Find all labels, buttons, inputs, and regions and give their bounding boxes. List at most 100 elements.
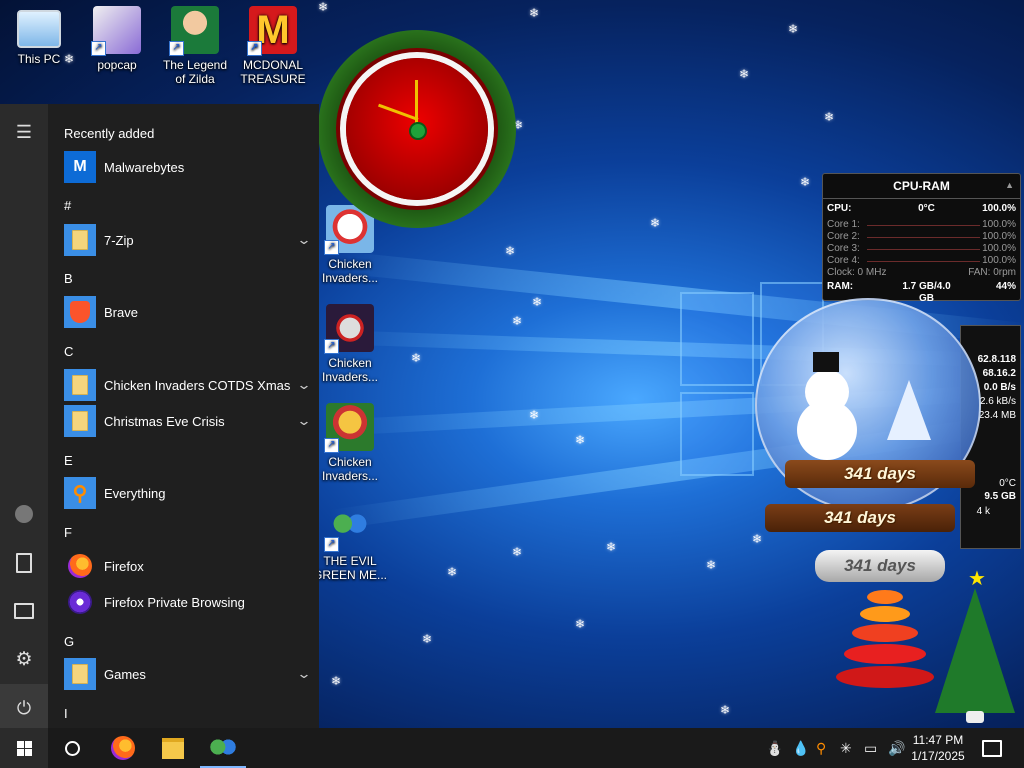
clock-minute-hand <box>415 80 418 128</box>
tray-time: 11:47 PM <box>912 733 964 747</box>
countdown-plaque-top: 341 days <box>785 460 975 488</box>
app-everything[interactable]: ⚲ Everything <box>64 475 312 511</box>
shortcut-arrow-icon: ↗ <box>91 41 106 56</box>
chevron-down-icon[interactable]: ⌄ <box>293 377 315 393</box>
desktop-icon-label: This PC <box>17 52 61 66</box>
app-label: Firefox Private Browsing <box>104 594 245 610</box>
clock-face <box>346 58 488 200</box>
taskbar-messenger[interactable] <box>200 728 246 768</box>
desktop-icon-label: Chicken Invaders... <box>321 257 379 285</box>
chicken-invaders-icon: ↗ <box>324 403 374 453</box>
search-icon <box>64 740 80 756</box>
settings-button[interactable]: ⚙ <box>0 635 48 683</box>
gadget-title: CPU-RAM <box>823 174 1020 199</box>
shortcut-arrow-icon: ↗ <box>324 537 339 552</box>
countdown-plaque-base: 341 days <box>815 550 945 582</box>
app-label: Brave <box>104 304 138 320</box>
monitor-icon <box>17 10 61 48</box>
cpu-ram-gadget[interactable]: CPU-RAM ▲ CPU: 0°C 100.0% Core 1: 100.0% … <box>822 173 1021 304</box>
app-label: Games <box>104 666 146 682</box>
collapse-arrow-icon[interactable]: ▲ <box>1005 180 1014 190</box>
documents-button[interactable] <box>0 539 48 587</box>
app-7zip[interactable]: 7-Zip ⌄ <box>64 222 312 258</box>
messenger-people-icon: ↗ <box>324 502 374 552</box>
app-games[interactable]: Games ⌄ <box>64 656 312 692</box>
section-letter[interactable]: # <box>64 198 71 213</box>
chevron-down-icon[interactable]: ⌄ <box>293 232 315 248</box>
notification-icon <box>982 739 1002 757</box>
desktop-icon-this-pc[interactable]: This PC <box>1 6 77 66</box>
desktop-icon-popcap[interactable]: ↗ popcap <box>79 6 155 72</box>
ram-percent: 44% <box>995 281 1016 292</box>
clock-speed: Clock: 0 MHz <box>827 267 887 278</box>
app-label: Malwarebytes <box>104 159 185 175</box>
desktop-icon-chicken-invaders-2[interactable]: ↗ Chicken Invaders... <box>312 304 388 384</box>
clock-tray[interactable]: 11:47 PM 1/17/2025 <box>902 732 974 764</box>
app-firefox-private-browsing[interactable]: Firefox Private Browsing <box>64 584 312 620</box>
desktop-icon-label: Chicken Invaders... <box>321 455 379 483</box>
everything-icon: ⚲ <box>64 477 96 509</box>
app-label: Chicken Invaders COTDS Xmas <box>104 377 291 393</box>
core-label: Core 2: <box>827 231 860 242</box>
droplet-icon[interactable]: 💧 <box>792 740 809 757</box>
app-malwarebytes[interactable]: M Malwarebytes <box>64 149 312 185</box>
christmas-clock-gadget[interactable] <box>318 30 516 228</box>
user-account-button[interactable] <box>0 490 48 538</box>
section-letter[interactable]: C <box>64 344 73 359</box>
section-letter[interactable]: B <box>64 271 73 286</box>
brave-icon <box>64 296 96 328</box>
start-menu: ☰ ⚙ ⏻ Recently added M Malwarebytes # 7-… <box>0 104 319 732</box>
app-label: Christmas Eve Crisis <box>104 413 225 429</box>
hamburger-menu-button[interactable]: ☰ <box>0 108 48 156</box>
desktop-icon-label: THE EVIL GREEN ME... <box>312 554 387 582</box>
pictures-icon <box>14 603 34 619</box>
power-icon: ⏻ <box>16 697 32 718</box>
fan-speed: FAN: 0rpm <box>968 267 1016 278</box>
desktop-icon-label: MCDONAL TREASURE <box>240 58 306 86</box>
shortcut-arrow-icon: ↗ <box>324 438 339 453</box>
firefox-icon <box>111 736 135 760</box>
chevron-down-icon[interactable]: ⌄ <box>293 413 315 429</box>
network-icon[interactable]: ▭ <box>864 740 877 757</box>
pictures-button[interactable] <box>0 587 48 635</box>
snowglobe-countdown-gadget[interactable]: 341 days 341 days 341 days <box>755 298 981 588</box>
net-value: 9.5 GB <box>984 491 1016 502</box>
desktop-icon-legend-of-zilda[interactable]: ↗ The Legend of Zilda <box>157 6 233 86</box>
power-button[interactable]: ⏻ <box>0 684 48 732</box>
chevron-down-icon[interactable]: ⌄ <box>293 666 315 682</box>
file-explorer-icon <box>162 737 184 759</box>
taskbar-file-explorer[interactable] <box>150 728 196 768</box>
desktop-icon-label: Chicken Invaders... <box>321 356 379 384</box>
start-app-list[interactable]: Recently added M Malwarebytes # 7-Zip ⌄ … <box>48 104 319 728</box>
app-label: 7-Zip <box>104 232 134 248</box>
search-button[interactable] <box>50 728 94 768</box>
desktop-icon-evil-green-messenger[interactable]: ↗ THE EVIL GREEN ME... <box>312 502 388 582</box>
cpu-percent: 100.0% <box>982 203 1016 214</box>
firefox-icon <box>64 550 96 582</box>
desktop-icon-mcdonal-treasure[interactable]: M ↗ MCDONAL TREASURE <box>235 6 311 86</box>
everything-tray-icon[interactable]: ⚲ <box>816 740 826 757</box>
desktop-icon-chicken-invaders-3[interactable]: ↗ Chicken Invaders... <box>312 403 388 483</box>
section-letter[interactable]: F <box>64 525 72 540</box>
app-chicken-invaders-cotds-xmas[interactable]: Chicken Invaders COTDS Xmas ⌄ <box>64 367 312 403</box>
tray-app-icon[interactable]: ⛄ <box>766 740 783 757</box>
section-letter[interactable]: I <box>64 706 68 721</box>
section-letter[interactable]: G <box>64 634 74 649</box>
app-christmas-eve-crisis[interactable]: Christmas Eve Crisis ⌄ <box>64 403 312 439</box>
snowman-icon <box>805 370 849 414</box>
settings-icon: ⚙ <box>15 648 33 670</box>
core-label: Core 1: <box>827 219 860 230</box>
start-button[interactable] <box>0 728 48 768</box>
section-letter[interactable]: E <box>64 453 73 468</box>
chicken-invaders-icon: ↗ <box>324 304 374 354</box>
app-firefox[interactable]: Firefox <box>64 548 312 584</box>
folder-icon <box>64 224 96 256</box>
shortcut-arrow-icon: ↗ <box>169 41 184 56</box>
net-value: 0°C <box>999 478 1016 489</box>
action-center-button[interactable] <box>976 728 1008 768</box>
taskbar-firefox[interactable] <box>100 728 146 768</box>
tray-date: 1/17/2025 <box>911 749 965 763</box>
app-brave[interactable]: Brave <box>64 294 312 330</box>
asterisk-icon[interactable]: ✳ <box>840 740 852 757</box>
folder-icon <box>64 405 96 437</box>
